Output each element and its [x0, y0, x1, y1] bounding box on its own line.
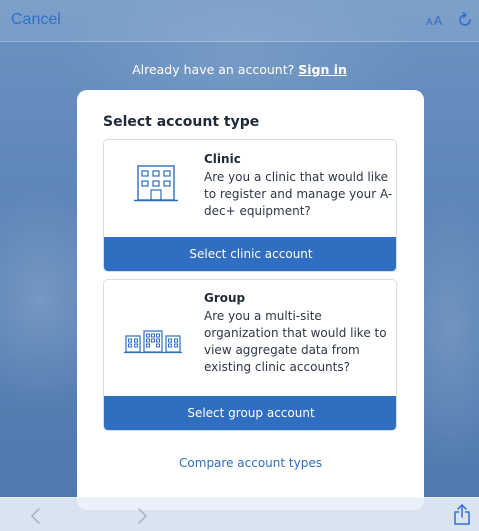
select-group-account-button[interactable]: Select group account [104, 396, 396, 430]
share-icon[interactable] [453, 504, 471, 526]
clinic-title: Clinic [204, 152, 241, 166]
group-title: Group [204, 291, 246, 305]
bottom-toolbar [0, 497, 479, 531]
account-type-card: Select account type Clinic Are you a cli… [77, 90, 424, 510]
building-icon [134, 165, 178, 202]
top-toolbar: Cancel AA [0, 0, 479, 42]
buildings-group-icon [124, 330, 182, 354]
compare-account-types-link[interactable]: Compare account types [77, 456, 424, 470]
sign-in-link[interactable]: Sign in [298, 62, 347, 77]
group-option: Group Are you a multi-site organization … [103, 279, 397, 431]
reload-icon[interactable] [457, 12, 473, 28]
select-clinic-account-button[interactable]: Select clinic account [104, 237, 396, 271]
cancel-button[interactable]: Cancel [11, 11, 61, 29]
group-description: Are you a multi-site organization that w… [204, 309, 387, 374]
sign-in-prompt: Already have an account? [132, 62, 295, 77]
chevron-left-icon[interactable] [28, 507, 44, 525]
chevron-right-icon[interactable] [134, 507, 150, 525]
sign-in-row: Already have an account? Sign in [0, 62, 479, 77]
card-title: Select account type [103, 114, 260, 130]
text-size-icon[interactable]: AA [426, 13, 443, 28]
clinic-description: Are you a clinic that would like to regi… [204, 170, 393, 218]
clinic-option: Clinic Are you a clinic that would like … [103, 139, 397, 272]
